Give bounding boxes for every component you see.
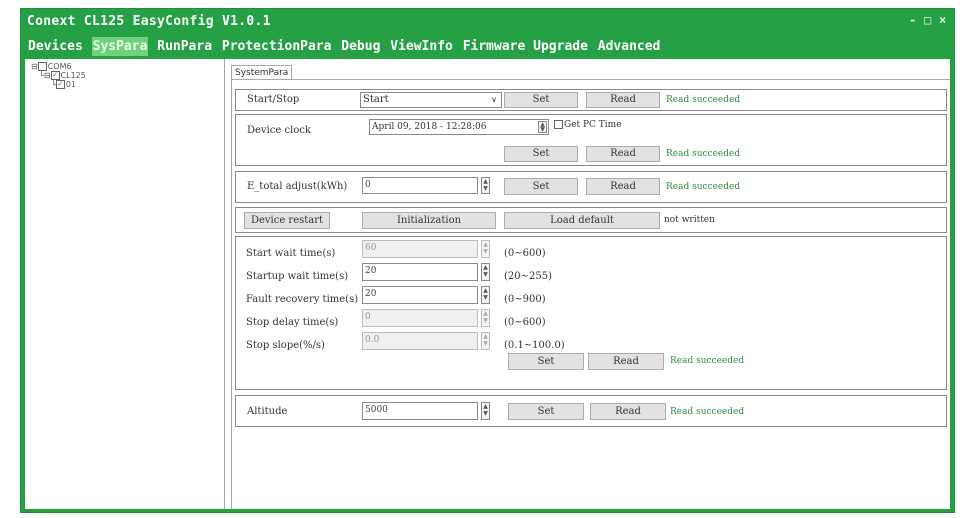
startup-wait-input[interactable]: 20 (362, 263, 478, 281)
window-title: Conext CL125 EasyConfig V1.0.1 (27, 14, 271, 29)
fault-recovery-label: Fault recovery time(s) (246, 294, 359, 305)
collapse-icon[interactable]: ⊟ (31, 62, 38, 71)
stop-delay-spin-icon[interactable]: ▲ ▼ (481, 309, 490, 327)
altitude-set-button[interactable]: Set (508, 403, 584, 420)
stop-slope-input[interactable]: 0.0 (362, 332, 478, 350)
clock-status: Read succeeded (666, 149, 741, 159)
startup-wait-range: (20~255) (504, 271, 552, 282)
altitude-spin-icon[interactable]: ▲ ▼ (481, 402, 490, 420)
actions-status: not written (664, 215, 715, 225)
device-clock-label: Device clock (247, 125, 311, 136)
altitude-read-button[interactable]: Read (590, 403, 666, 420)
timing-params-group: Start wait time(s) 60 ▲ ▼ (0~600) Startup… (235, 236, 947, 390)
start-stop-label: Start/Stop (247, 94, 300, 105)
stop-delay-label: Stop delay time(s) (246, 317, 339, 328)
menu-syspara[interactable]: SysPara (91, 37, 149, 56)
clock-set-button[interactable]: Set (504, 146, 578, 162)
menu-protectionpara[interactable]: ProtectionPara (221, 37, 333, 56)
load-default-button[interactable]: Load default (504, 212, 660, 229)
device-restart-button[interactable]: Device restart (244, 212, 330, 229)
start-stop-group: Start/Stop Start ∨ Set Read Read succeed… (235, 89, 947, 111)
client-area: ⊟ COM6 └⊟ ✓ CL125 └ ✓ 01 SystemPara Start/Sto… (25, 59, 950, 509)
start-stop-set-button[interactable]: Set (504, 92, 578, 108)
etotal-label: E_total adjust(kWh) (247, 181, 348, 192)
title-bar: Conext CL125 EasyConfig V1.0.1 - □ × (21, 9, 954, 35)
maximize-icon[interactable]: □ (924, 13, 931, 27)
app-window: Conext CL125 EasyConfig V1.0.1 - □ × Dev… (20, 8, 955, 513)
tree-node-leaf[interactable]: └ ✓ 01 (51, 80, 76, 89)
tree-node-device[interactable]: └⊟ ✓ CL125 (39, 71, 86, 80)
checkbox-icon[interactable] (554, 120, 563, 129)
start-wait-range: (0~600) (504, 248, 546, 259)
menu-advanced[interactable]: Advanced (597, 37, 662, 56)
tab-systempara[interactable]: SystemPara (231, 65, 293, 80)
stop-delay-range: (0~600) (504, 317, 546, 328)
altitude-label: Altitude (247, 406, 288, 417)
menu-devices[interactable]: Devices (27, 37, 84, 56)
get-pc-time-checkbox[interactable]: Get PC Time (554, 120, 622, 130)
altitude-status: Read succeeded (670, 407, 745, 417)
menu-debug[interactable]: Debug (340, 37, 381, 56)
startup-wait-spin-icon[interactable]: ▲ ▼ (481, 263, 490, 281)
startup-wait-label: Startup wait time(s) (246, 271, 349, 282)
etotal-input[interactable]: 0 (362, 177, 478, 194)
clock-read-button[interactable]: Read (586, 146, 660, 162)
actions-group: Device restart Initialization Load defau… (235, 207, 947, 233)
etotal-spin-icon[interactable]: ▲ ▼ (481, 177, 490, 194)
menu-firmware-upgrade[interactable]: Firmware Upgrade (462, 37, 589, 56)
start-wait-label: Start wait time(s) (246, 248, 336, 259)
device-tree: ⊟ COM6 └⊟ ✓ CL125 └ ✓ 01 (25, 59, 225, 509)
minimize-icon[interactable]: - (909, 13, 916, 27)
clock-spin-icon[interactable]: ▲ ▼ (538, 121, 547, 133)
altitude-group: Altitude 5000 ▲ ▼ Set Read Read succeeded (235, 395, 947, 427)
start-stop-read-button[interactable]: Read (586, 92, 660, 108)
menu-bar: Devices SysPara RunPara ProtectionPara D… (21, 37, 954, 57)
params-read-button[interactable]: Read (588, 353, 664, 370)
etotal-status: Read succeeded (666, 182, 741, 192)
start-stop-select[interactable]: Start ∨ (360, 92, 502, 108)
chevron-down-icon: ∨ (491, 95, 497, 104)
fault-recovery-spin-icon[interactable]: ▲ ▼ (481, 286, 490, 304)
fault-recovery-range: (0~900) (504, 294, 546, 305)
stop-delay-input[interactable]: 0 (362, 309, 478, 327)
menu-viewinfo[interactable]: ViewInfo (389, 37, 454, 56)
etotal-group: E_total adjust(kWh) 0 ▲ ▼ Set Read Read s… (235, 171, 947, 203)
device-clock-group: Device clock April 09, 2018 - 12:28:06 ▲… (235, 114, 947, 166)
etotal-set-button[interactable]: Set (504, 178, 578, 195)
checkbox-icon[interactable] (37, 62, 47, 71)
params-status: Read succeeded (670, 356, 745, 366)
tree-line-icon: └⊟ (39, 71, 51, 80)
checkbox-icon[interactable]: ✓ (55, 80, 65, 89)
tree-node-root[interactable]: ⊟ COM6 (31, 62, 72, 71)
close-icon[interactable]: × (939, 13, 946, 27)
start-wait-input[interactable]: 60 (362, 240, 478, 258)
systempara-panel: Start/Stop Start ∨ Set Read Read succeed… (231, 79, 951, 509)
start-wait-spin-icon[interactable]: ▲ ▼ (481, 240, 490, 258)
params-set-button[interactable]: Set (508, 353, 584, 370)
start-stop-status: Read succeeded (666, 95, 741, 105)
etotal-read-button[interactable]: Read (586, 178, 660, 195)
fault-recovery-input[interactable]: 20 (362, 286, 478, 304)
initialization-button[interactable]: Initialization (362, 212, 496, 229)
stop-slope-spin-icon[interactable]: ▲ ▼ (481, 332, 490, 350)
stop-slope-range: (0.1~100.0) (504, 340, 565, 351)
menu-runpara[interactable]: RunPara (156, 37, 213, 56)
stop-slope-label: Stop slope(%/s) (246, 340, 325, 351)
checkbox-icon[interactable]: ✓ (50, 71, 60, 80)
altitude-input[interactable]: 5000 (362, 402, 478, 420)
device-clock-picker[interactable]: April 09, 2018 - 12:28:06 (369, 119, 549, 135)
